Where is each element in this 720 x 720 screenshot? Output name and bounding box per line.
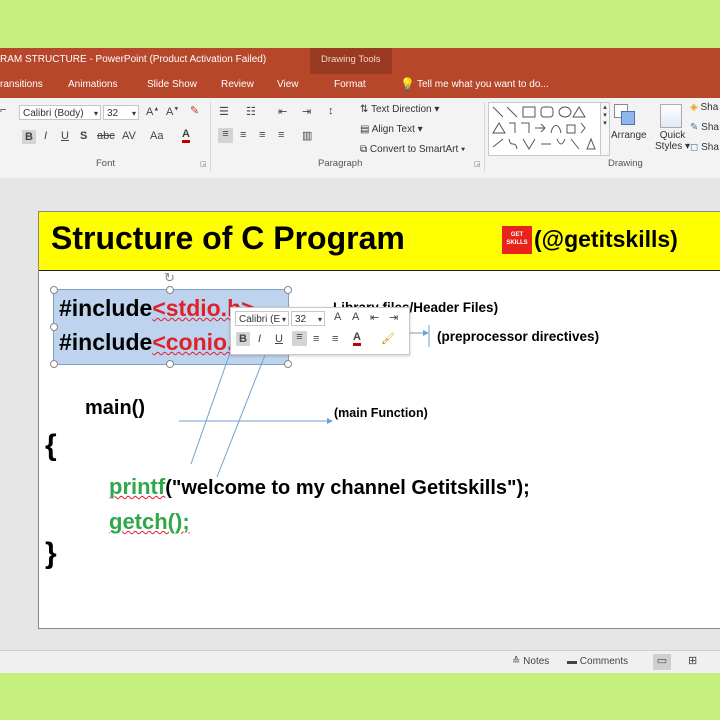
normal-view-icon[interactable]: ▭: [653, 654, 671, 670]
status-bar: ≙ Notes ▬ Comments ▭ ⊞: [0, 650, 720, 673]
mini-align-right-icon[interactable]: ≡: [332, 333, 338, 345]
arrowhead: [423, 330, 429, 336]
powerpoint-window: RAM STRUCTURE - PowerPoint (Product Acti…: [0, 48, 720, 673]
font-color-button[interactable]: A: [182, 128, 190, 143]
strikethrough-button[interactable]: abc: [97, 130, 115, 142]
tab-view[interactable]: View: [277, 79, 299, 90]
align-center-icon[interactable]: ≡: [240, 129, 246, 141]
tab-transitions[interactable]: ransitions: [0, 79, 43, 90]
format-painter-icon[interactable]: 🖌: [381, 332, 395, 345]
grow-font-icon[interactable]: A: [334, 311, 341, 323]
tab-animations[interactable]: Animations: [68, 79, 117, 90]
line-printf-connector: [190, 349, 232, 465]
shapes-gallery-icons: [492, 106, 596, 150]
justify-icon[interactable]: ≡: [278, 129, 284, 141]
columns-icon[interactable]: ▥: [302, 129, 312, 142]
mini-font-name[interactable]: Calibri (E ▾: [235, 311, 289, 326]
notes-icon: ≙: [512, 656, 521, 667]
increase-indent-icon[interactable]: ⇥: [389, 311, 398, 324]
format-painter-icon[interactable]: ⌐: [0, 104, 6, 116]
italic-button[interactable]: I: [44, 130, 47, 142]
bold-button[interactable]: B: [22, 130, 36, 144]
shapes-gallery[interactable]: [488, 102, 602, 156]
arrange-icon: [614, 104, 636, 126]
numbering-icon[interactable]: ☷: [246, 105, 256, 118]
shadow-button[interactable]: S: [80, 130, 87, 142]
comment-icon: ▬: [567, 656, 577, 667]
shape-fill-button[interactable]: ◈ Sha: [690, 102, 718, 113]
shrink-font-icon[interactable]: A▼: [166, 106, 179, 118]
drawing-tools-label: Drawing Tools: [321, 54, 381, 65]
mini-format-toolbar: Calibri (E ▾ 32 ▾ A A ⇤ ⇥ B I U ≡ ≡ ≡ A 🖌: [230, 307, 410, 355]
group-separator: [210, 102, 211, 172]
chevron-down-icon[interactable]: ▾: [94, 106, 98, 121]
quick-styles-icon: [660, 104, 682, 128]
decrease-indent-icon[interactable]: ⇤: [370, 311, 379, 324]
window-title: RAM STRUCTURE - PowerPoint (Product Acti…: [0, 54, 267, 65]
tab-review[interactable]: Review: [221, 79, 254, 90]
smartart-icon: ⧉: [360, 144, 368, 155]
chevron-down-icon[interactable]: ▾: [318, 312, 322, 327]
dialog-launcher-icon[interactable]: ◲: [474, 160, 481, 168]
paint-bucket-icon: ◈: [690, 102, 698, 113]
text-direction-button[interactable]: ⇅ Text Direction ▾: [360, 104, 439, 115]
effects-icon: ◻: [690, 142, 699, 153]
align-right-icon[interactable]: ≡: [259, 129, 265, 141]
align-left-button[interactable]: ≡: [218, 128, 233, 143]
mini-bold-button[interactable]: B: [236, 332, 250, 346]
shape-outline-button[interactable]: ✎ Sha: [690, 122, 719, 133]
chevron-down-icon[interactable]: ▾: [132, 106, 136, 121]
font-name-value: Calibri (Body): [23, 108, 84, 119]
arrowhead: [327, 418, 333, 424]
ribbon-tabs: ransitions Animations Slide Show Review …: [0, 74, 720, 98]
group-separator: [484, 102, 485, 172]
font-size-combo[interactable]: 32 ▾: [103, 105, 139, 120]
drawing-group-label: Drawing: [608, 158, 643, 169]
bullets-icon[interactable]: ☰: [219, 105, 229, 118]
mini-align-left-button[interactable]: ≡: [292, 331, 307, 346]
mini-font-size[interactable]: 32 ▾: [291, 311, 325, 326]
underline-button[interactable]: U: [61, 130, 69, 142]
font-size-value: 32: [107, 108, 119, 119]
ribbon: ⌐ Calibri (Body) ▾ 32 ▾ A▲ A▼ ✎ B I U S …: [0, 98, 720, 179]
slide-sorter-icon[interactable]: ⊞: [688, 654, 697, 667]
mini-font-color-button[interactable]: A: [353, 331, 361, 346]
mini-underline-button[interactable]: U: [275, 333, 283, 345]
slide[interactable]: Structure of C Program GET SKILLS (@geti…: [38, 211, 720, 629]
paragraph-group-label: Paragraph: [318, 158, 363, 169]
lightbulb-icon: 💡: [400, 77, 415, 91]
chevron-down-icon[interactable]: ▾: [282, 312, 286, 327]
tab-format[interactable]: Format: [334, 79, 366, 90]
mini-align-center-icon[interactable]: ≡: [313, 333, 319, 345]
convert-smartart-button[interactable]: ⧉ Convert to SmartArt ▾: [360, 144, 465, 155]
slide-canvas: Structure of C Program GET SKILLS (@geti…: [0, 178, 720, 650]
shrink-font-icon[interactable]: A: [352, 311, 359, 323]
font-group-label: Font: [96, 158, 116, 169]
shape-effects-button[interactable]: ◻ Sha: [690, 142, 719, 153]
change-case-icon[interactable]: Aa: [150, 130, 163, 142]
increase-indent-icon[interactable]: ⇥: [302, 105, 311, 118]
font-name-combo[interactable]: Calibri (Body) ▾: [19, 105, 101, 120]
char-spacing-icon[interactable]: AV: [122, 130, 136, 142]
align-text-icon: ▤: [360, 124, 370, 135]
notes-button[interactable]: ≙ Notes: [512, 656, 549, 667]
align-text-button[interactable]: ▤ Align Text ▾: [360, 124, 423, 135]
grow-font-icon[interactable]: A▲: [146, 106, 159, 118]
quick-styles-button[interactable]: Quick Styles ▾: [655, 130, 690, 152]
decrease-indent-icon[interactable]: ⇤: [278, 105, 287, 118]
pen-icon: ✎: [690, 122, 699, 133]
clear-formatting-icon[interactable]: ✎: [190, 104, 199, 117]
mini-italic-button[interactable]: I: [258, 333, 261, 345]
tab-slide-show[interactable]: Slide Show: [147, 79, 197, 90]
annotation-arrows: [179, 310, 430, 478]
line-spacing-icon[interactable]: ↕: [328, 105, 334, 117]
comments-button[interactable]: ▬ Comments: [567, 656, 628, 667]
arrange-button[interactable]: Arrange: [611, 130, 647, 141]
tell-me-box[interactable]: Tell me what you want to do...: [417, 79, 549, 90]
gallery-scroll[interactable]: ▴ ▾ ▾: [600, 102, 610, 156]
dialog-launcher-icon[interactable]: ◲: [200, 160, 207, 168]
text-direction-icon: ⇅: [360, 104, 369, 115]
